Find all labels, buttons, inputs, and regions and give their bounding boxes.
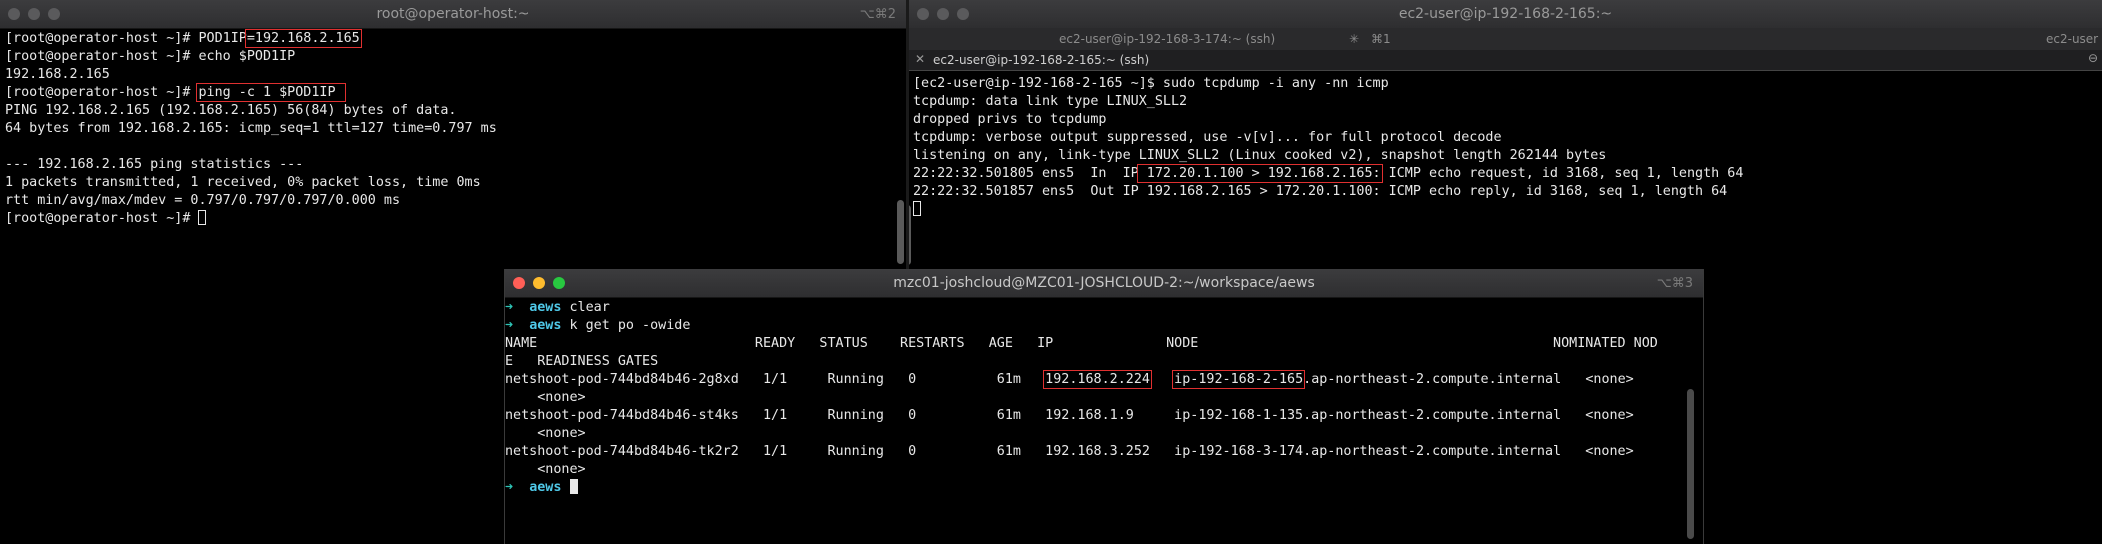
- tab-ec2-user[interactable]: ec2-user: [2046, 32, 2098, 46]
- active-tab[interactable]: ✕ ec2-user@ip-192-168-2-165:~ (ssh) ⊖: [909, 50, 2102, 71]
- terminal-line: 64 bytes from 192.168.2.165: icmp_seq=1 …: [5, 121, 497, 136]
- terminal-output[interactable]: [root@operator-host ~]# POD1IP=192.168.2…: [5, 29, 497, 228]
- terminal-line: ICMP echo request, id 3168, seq 1, lengt…: [1380, 166, 1744, 181]
- command-text: k get po -owide: [561, 318, 691, 333]
- terminal-output[interactable]: ➜ aews clear ➜ aews k get po -owide NAME…: [505, 299, 1658, 497]
- terminal-line: 1 packets transmitted, 1 received, 0% pa…: [5, 175, 481, 190]
- highlighted-pod-ip: 192.168.2.224: [1043, 370, 1152, 389]
- scrollbar[interactable]: [897, 200, 904, 264]
- prompt-dir: aews: [529, 300, 562, 315]
- text-cursor: [913, 201, 921, 216]
- terminal-line: --- 192.168.2.165 ping statistics ---: [5, 157, 304, 172]
- window-title: mzc01-joshcloud@MZC01-JOSHCLOUD-2:~/work…: [893, 275, 1315, 291]
- table-row-cont: <none>: [505, 390, 586, 405]
- terminal-line: dropped privs to tcpdump: [913, 112, 1107, 127]
- highlighted-ip: =192.168.2.165: [244, 29, 362, 48]
- command-text: POD1IP: [198, 31, 247, 46]
- front-titlebar[interactable]: mzc01-joshcloud@MZC01-JOSHCLOUD-2:~/work…: [505, 269, 1703, 298]
- scrollbar[interactable]: [909, 205, 911, 265]
- table-row: netshoot-pod-744bd84b46-2g8xd 1/1 Runnin…: [505, 372, 1046, 387]
- terminal-line: rtt min/avg/max/mdev = 0.797/0.797/0.797…: [5, 193, 401, 208]
- tab-bar: ec2-user@ip-192-168-3-174:~ (ssh) ✳ ⌘1 e…: [909, 28, 2102, 50]
- command-text: clear: [561, 300, 610, 315]
- table-row: netshoot-pod-744bd84b46-tk2r2 1/1 Runnin…: [505, 444, 1634, 459]
- prompt-dir: aews: [529, 480, 562, 495]
- terminal-line: 192.168.2.165: [5, 67, 110, 82]
- prompt: [root@operator-host ~]#: [5, 85, 199, 100]
- highlighted-node: ip-192-168-2-165: [1172, 370, 1306, 389]
- window-title: root@operator-host:~: [376, 6, 530, 22]
- prompt-arrow: ➜: [505, 318, 514, 333]
- prompt-dir: aews: [529, 318, 562, 333]
- add-tab-icon[interactable]: ⊖: [2088, 51, 2098, 65]
- text-cursor: [198, 210, 207, 225]
- close-tab-icon[interactable]: ✕: [915, 52, 925, 66]
- table-header: E READINESS GATES: [505, 354, 659, 369]
- scrollbar[interactable]: [1687, 389, 1694, 539]
- window-shortcut: ⌥⌘2: [859, 7, 896, 22]
- text-cursor: [569, 479, 578, 494]
- terminal-line: 22:22:32.501857 ens5 Out IP 192.168.2.16…: [913, 184, 1728, 199]
- terminal-line: [root@operator-host ~]# echo $POD1IP: [5, 49, 296, 64]
- prompt: [root@operator-host ~]#: [5, 211, 199, 226]
- terminal-line: 22:22:32.501805 ens5 In IP: [913, 166, 1139, 181]
- prompt: [root@operator-host ~]#: [5, 31, 199, 46]
- tab-shortcut: ⌘1: [1371, 32, 1391, 46]
- terminal-line: listening on any, link-type LINUX_SLL2 (…: [913, 148, 1607, 163]
- table-row: netshoot-pod-744bd84b46-st4ks 1/1 Runnin…: [505, 408, 1634, 423]
- terminal-line: PING 192.168.2.165 (192.168.2.165) 56(84…: [5, 103, 457, 118]
- prompt-arrow: ➜: [505, 300, 514, 315]
- table-header: NAME READY STATUS RESTARTS AGE IP NODE N…: [505, 336, 1658, 351]
- highlighted-src-dst: 172.20.1.100 > 192.168.2.165:: [1136, 164, 1383, 183]
- window-shortcut: ⌥⌘3: [1656, 276, 1693, 291]
- terminal-line: tcpdump: verbose output suppressed, use …: [913, 130, 1502, 145]
- front-terminal-window[interactable]: mzc01-joshcloud@MZC01-JOSHCLOUD-2:~/work…: [504, 269, 1704, 544]
- tab-ssh-3-174[interactable]: ec2-user@ip-192-168-3-174:~ (ssh): [1059, 32, 1275, 46]
- spinner-icon: ✳: [1349, 32, 1360, 46]
- active-tab-label: ec2-user@ip-192-168-2-165:~ (ssh): [933, 53, 1150, 67]
- left-titlebar[interactable]: root@operator-host:~ ⌥⌘2: [0, 0, 906, 29]
- highlighted-ping-command: ping -c 1 $POD1IP: [196, 83, 346, 102]
- prompt-arrow: ➜: [505, 480, 514, 495]
- table-row: .ap-northeast-2.compute.internal <none>: [1303, 372, 1634, 387]
- window-title: ec2-user@ip-192-168-2-165:~: [1398, 6, 1613, 22]
- table-row-cont: <none>: [505, 462, 586, 477]
- right-titlebar[interactable]: ec2-user@ip-192-168-2-165:~: [909, 0, 2102, 29]
- terminal-output[interactable]: [ec2-user@ip-192-168-2-165 ~]$ sudo tcpd…: [913, 75, 1743, 219]
- terminal-line: tcpdump: data link type LINUX_SLL2: [913, 94, 1188, 109]
- table-row-cont: <none>: [505, 426, 586, 441]
- terminal-line: [ec2-user@ip-192-168-2-165 ~]$ sudo tcpd…: [913, 76, 1389, 91]
